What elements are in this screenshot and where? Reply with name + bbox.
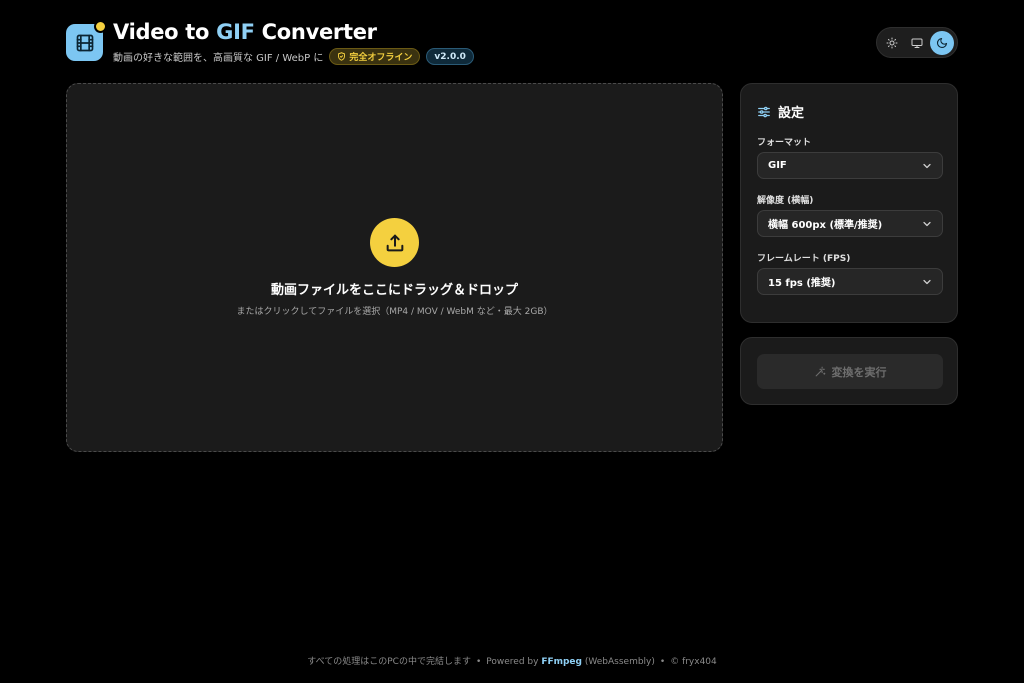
- app-logo: [66, 20, 107, 61]
- sun-icon: [886, 37, 898, 48]
- shield-check-icon: [338, 52, 346, 61]
- framerate-label: フレームレート (FPS): [757, 254, 851, 264]
- convert-button-label: 変換を実行: [831, 365, 887, 379]
- convert-button[interactable]: 変換を実行: [757, 354, 943, 389]
- resolution-select[interactable]: 横幅 600px (標準/推奨): [757, 210, 943, 237]
- theme-toggle: [876, 27, 958, 58]
- theme-system-button[interactable]: [905, 31, 929, 55]
- footer: すべての処理はこのPCの中で完結します • Powered by FFmpeg (W…: [0, 654, 1024, 667]
- framerate-select[interactable]: 15 fps (推奨): [757, 268, 943, 295]
- offline-badge: 完全オフライン: [329, 48, 421, 65]
- moon-icon: [936, 37, 947, 48]
- monitor-icon: [911, 38, 923, 48]
- convert-panel: 変換を実行: [740, 337, 958, 405]
- app-title: Video to GIF Converter: [113, 18, 474, 46]
- film-icon: [76, 34, 93, 51]
- footer-separator: •: [475, 657, 482, 667]
- subtitle-row: 動画の好きな範囲を、高画質な GIF / WebP に 完全オフライン v2.0…: [113, 48, 474, 65]
- format-select[interactable]: GIF: [757, 152, 943, 179]
- settings-title: 設定: [778, 106, 805, 121]
- offline-badge-label: 完全オフライン: [349, 53, 413, 63]
- title-block: Video to GIF Converter 動画の好きな範囲を、高画質な GI…: [113, 18, 474, 65]
- footer-copyright: © fryx404: [670, 657, 717, 667]
- app-page: Video to GIF Converter 動画の好きな範囲を、高画質な GI…: [0, 0, 1024, 683]
- footer-powered-by: Powered by: [486, 657, 539, 667]
- app-header: Video to GIF Converter 動画の好きな範囲を、高画質な GI…: [66, 18, 474, 65]
- magic-wand-icon: [815, 366, 825, 377]
- footer-wasm: (WebAssembly): [584, 657, 655, 667]
- theme-dark-button[interactable]: [929, 30, 954, 55]
- resolution-label: 解像度 (横幅): [757, 196, 814, 206]
- framerate-select-value: 15 fps (推奨): [768, 278, 836, 289]
- app-subtitle: 動画の好きな範囲を、高画質な GIF / WebP に: [113, 53, 324, 64]
- upload-icon: [386, 234, 403, 251]
- upload-button[interactable]: [370, 218, 419, 267]
- sliders-icon: [758, 106, 770, 117]
- title-accent: GIF: [216, 20, 255, 44]
- theme-light-button[interactable]: [880, 31, 904, 55]
- settings-header: 設定: [757, 102, 804, 121]
- logo-status-dot: [94, 20, 107, 33]
- dropzone-title: 動画ファイルをここにドラッグ＆ドロップ: [270, 283, 518, 298]
- chevron-down-icon: [923, 163, 931, 168]
- title-post: Converter: [254, 20, 377, 44]
- footer-separator: •: [659, 657, 666, 667]
- format-select-value: GIF: [768, 160, 787, 171]
- settings-panel: 設定 フォーマット GIF 解像度 (横幅) 横幅 600px (標準/推奨) …: [740, 83, 958, 323]
- ffmpeg-link[interactable]: FFmpeg: [541, 657, 582, 667]
- file-dropzone[interactable]: 動画ファイルをここにドラッグ＆ドロップ またはクリックしてファイルを選択（MP4…: [66, 83, 723, 452]
- chevron-down-icon: [923, 279, 931, 284]
- format-label: フォーマット: [757, 138, 812, 148]
- dropzone-subtitle: またはクリックしてファイルを選択（MP4 / MOV / WebM など・最大 …: [236, 307, 553, 317]
- chevron-down-icon: [923, 221, 931, 226]
- version-badge: v2.0.0: [426, 48, 474, 65]
- footer-processing: すべての処理はこのPCの中で完結します: [307, 657, 471, 667]
- title-pre: Video to: [113, 20, 217, 44]
- resolution-select-value: 横幅 600px (標準/推奨): [768, 220, 883, 231]
